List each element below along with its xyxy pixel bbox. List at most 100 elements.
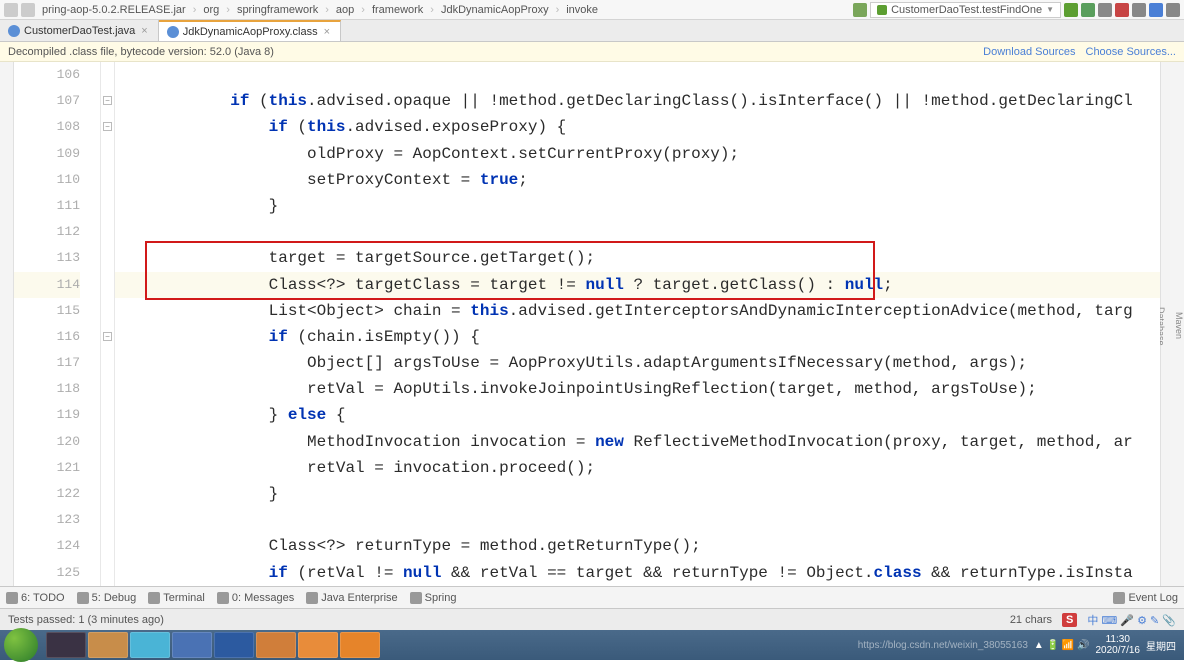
tool-spring[interactable]: Spring <box>410 592 457 604</box>
line-number: 112 <box>14 219 80 245</box>
profile-icon[interactable] <box>1132 3 1146 17</box>
line-number: 117 <box>14 350 80 376</box>
tests-status: Tests passed: 1 (3 minutes ago) <box>8 614 164 626</box>
code-line[interactable]: MethodInvocation invocation = new Reflec… <box>115 429 1160 455</box>
line-number: 109 <box>14 141 80 167</box>
choose-sources-link[interactable]: Choose Sources... <box>1086 46 1177 58</box>
code-line[interactable] <box>115 219 1160 245</box>
clock-day: 星期四 <box>1146 638 1176 653</box>
line-number: 106 <box>14 62 80 88</box>
taskbar-app[interactable] <box>46 632 86 658</box>
breadcrumb-item[interactable]: aop <box>333 4 357 16</box>
line-number: 116 <box>14 324 80 350</box>
tool-java-enterprise[interactable]: Java Enterprise <box>306 592 397 604</box>
stop-icon[interactable] <box>1115 3 1129 17</box>
line-number: 113 <box>14 245 80 271</box>
coverage-icon[interactable] <box>1098 3 1112 17</box>
line-number: 119 <box>14 402 80 428</box>
line-number: 122 <box>14 481 80 507</box>
code-line[interactable]: } <box>115 193 1160 219</box>
fold-toggle[interactable]: − <box>103 332 112 341</box>
code-line[interactable]: Class<?> targetClass = target != null ? … <box>115 272 1160 298</box>
code-line[interactable]: if (this.advised.opaque || !method.getDe… <box>115 88 1160 114</box>
watermark: https://blog.csdn.net/weixin_38055163 <box>858 640 1028 651</box>
line-number: 108 <box>14 114 80 140</box>
line-number: 111 <box>14 193 80 219</box>
taskbar-app[interactable] <box>130 632 170 658</box>
line-number: 110 <box>14 167 80 193</box>
tool-messages[interactable]: 0: Messages <box>217 592 294 604</box>
breadcrumb-item[interactable]: JdkDynamicAopProxy <box>438 4 552 16</box>
line-number: 118 <box>14 376 80 402</box>
java-class-icon <box>167 26 179 38</box>
project-view-icon[interactable] <box>4 3 18 17</box>
taskbar-app[interactable] <box>88 632 128 658</box>
taskbar-app[interactable] <box>256 632 296 658</box>
tab-jdk-dynamic-aop-proxy[interactable]: JdkDynamicAopProxy.class × <box>159 20 341 41</box>
code-line[interactable]: List<Object> chain = this.advised.getInt… <box>115 298 1160 324</box>
line-number: 123 <box>14 507 80 533</box>
info-links: Download Sources Choose Sources... <box>983 46 1176 58</box>
close-icon[interactable]: × <box>139 25 149 37</box>
back-icon[interactable] <box>21 3 35 17</box>
ime-badge[interactable]: S <box>1062 613 1077 627</box>
ime-icons[interactable]: 中 ⌨ 🎤 ⚙ ✎ 📎 <box>1087 612 1176 628</box>
taskbar-app[interactable] <box>214 632 254 658</box>
tab-customer-dao-test[interactable]: CustomerDaoTest.java × <box>0 20 159 41</box>
search-icon[interactable] <box>1166 3 1180 17</box>
fold-toggle[interactable]: − <box>103 122 112 131</box>
run-config-select[interactable]: CustomerDaoTest.testFindOne ▼ <box>870 2 1061 18</box>
clock-date: 2020/7/16 <box>1096 645 1141 656</box>
tool-todo[interactable]: 6: TODO <box>6 592 65 604</box>
debug-icon[interactable] <box>1081 3 1095 17</box>
code-pane[interactable]: if (this.advised.opaque || !method.getDe… <box>115 62 1160 586</box>
line-number: 121 <box>14 455 80 481</box>
code-line[interactable]: target = targetSource.getTarget(); <box>115 245 1160 271</box>
line-number: 115 <box>14 298 80 324</box>
tool-event-log[interactable]: Event Log <box>1113 592 1178 604</box>
breadcrumb-item[interactable]: springframework <box>234 4 321 16</box>
nav-icons <box>4 3 35 17</box>
tab-label: JdkDynamicAopProxy.class <box>183 26 318 38</box>
right-tool-strip: Maven Database Ant Bean Validation <box>1160 62 1184 586</box>
download-sources-link[interactable]: Download Sources <box>983 46 1075 58</box>
decompiled-info-bar: Decompiled .class file, bytecode version… <box>0 42 1184 62</box>
code-line[interactable]: if (retVal != null && retVal == target &… <box>115 560 1160 586</box>
code-line[interactable]: retVal = AopUtils.invokeJoinpointUsingRe… <box>115 376 1160 402</box>
code-line[interactable]: } <box>115 481 1160 507</box>
left-tool-strip <box>0 62 14 586</box>
breadcrumb-item[interactable]: org <box>200 4 222 16</box>
code-line[interactable] <box>115 62 1160 88</box>
taskbar-app[interactable] <box>340 632 380 658</box>
fold-gutter: − − − <box>101 62 115 586</box>
line-number: 107 <box>14 88 80 114</box>
tool-terminal[interactable]: Terminal <box>148 592 205 604</box>
tool-window-bar: 6: TODO 5: Debug Terminal 0: Messages Ja… <box>0 586 1184 608</box>
taskbar-app[interactable] <box>172 632 212 658</box>
close-icon[interactable]: × <box>322 26 332 38</box>
hammer-icon[interactable] <box>853 3 867 17</box>
breadcrumb-item[interactable]: invoke <box>563 4 601 16</box>
vcs-icon[interactable] <box>1149 3 1163 17</box>
fold-toggle[interactable]: − <box>103 96 112 105</box>
taskbar: https://blog.csdn.net/weixin_38055163 ▲ … <box>0 630 1184 660</box>
run-icon[interactable] <box>1064 3 1078 17</box>
code-line[interactable]: Object[] argsToUse = AopProxyUtils.adapt… <box>115 350 1160 376</box>
code-line[interactable]: retVal = invocation.proceed(); <box>115 455 1160 481</box>
editor-tabs: CustomerDaoTest.java × JdkDynamicAopProx… <box>0 20 1184 42</box>
code-line[interactable]: if (chain.isEmpty()) { <box>115 324 1160 350</box>
tool-debug[interactable]: 5: Debug <box>77 592 137 604</box>
tool-maven[interactable]: Maven <box>1174 308 1184 343</box>
code-line[interactable]: if (this.advised.exposeProxy) { <box>115 114 1160 140</box>
breadcrumb-item[interactable]: pring-aop-5.0.2.RELEASE.jar <box>39 4 189 16</box>
code-line[interactable]: } else { <box>115 402 1160 428</box>
system-tray[interactable]: https://blog.csdn.net/weixin_38055163 ▲ … <box>858 634 1180 656</box>
breadcrumb-item[interactable]: framework <box>369 4 426 16</box>
tab-label: CustomerDaoTest.java <box>24 25 135 37</box>
taskbar-app[interactable] <box>298 632 338 658</box>
code-line[interactable]: setProxyContext = true; <box>115 167 1160 193</box>
code-line[interactable]: Class<?> returnType = method.getReturnTy… <box>115 533 1160 559</box>
code-line[interactable]: oldProxy = AopContext.setCurrentProxy(pr… <box>115 141 1160 167</box>
code-line[interactable] <box>115 507 1160 533</box>
start-button[interactable] <box>4 628 38 662</box>
